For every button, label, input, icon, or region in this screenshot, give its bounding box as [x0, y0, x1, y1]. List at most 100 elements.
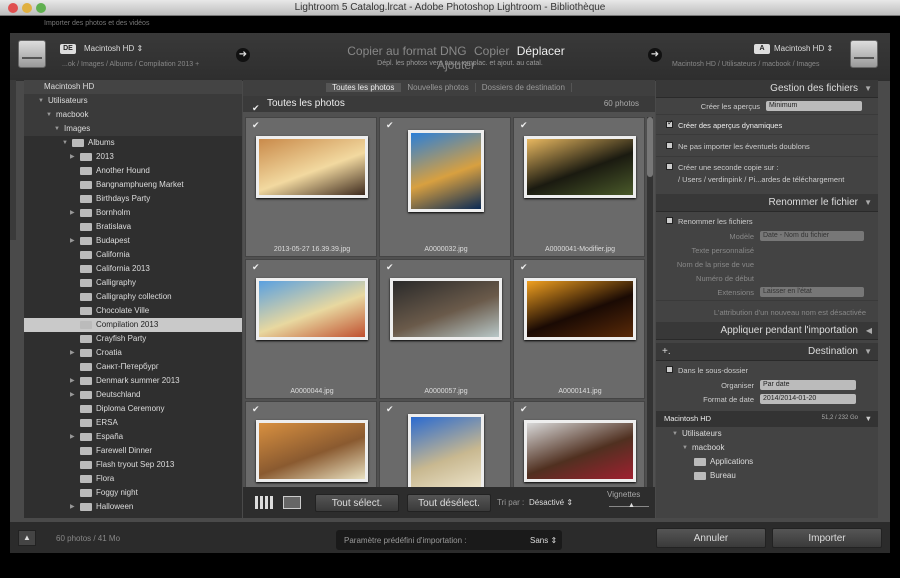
- tree-item[interactable]: Birthdays Party: [24, 192, 242, 206]
- photo-thumbnail[interactable]: [524, 278, 636, 340]
- dest-tree-item[interactable]: Applications: [656, 455, 878, 469]
- tree-item[interactable]: Chocolate Ville: [24, 304, 242, 318]
- tree-item[interactable]: Calligraphy: [24, 276, 242, 290]
- photo-thumbnail[interactable]: [408, 414, 484, 487]
- triangle-right-icon[interactable]: ▶: [70, 234, 75, 248]
- dest-disk-row[interactable]: Macintosh HD 51,2 / 232 Go ▼: [656, 411, 878, 427]
- import-preset[interactable]: Paramètre prédéfini d'importation : Sans…: [336, 530, 562, 550]
- grid-scrollbar[interactable]: [647, 117, 653, 487]
- organize-select[interactable]: Par date: [760, 380, 856, 390]
- tree-item[interactable]: Flora: [24, 472, 242, 486]
- photo-cell[interactable]: ✔: [245, 401, 377, 487]
- photo-thumbnail[interactable]: [408, 130, 484, 212]
- close-window-icon[interactable]: [8, 3, 18, 13]
- triangle-right-icon[interactable]: ▶: [70, 500, 75, 514]
- mode-copy[interactable]: Copier: [474, 44, 509, 58]
- tree-item[interactable]: California: [24, 248, 242, 262]
- tree-item[interactable]: ERSA: [24, 416, 242, 430]
- rename-checkbox[interactable]: [666, 217, 673, 224]
- tree-item[interactable]: Diploma Ceremony: [24, 402, 242, 416]
- slider-thumb-icon[interactable]: ▲: [628, 502, 635, 509]
- tree-item[interactable]: ▼ Images: [24, 122, 242, 136]
- cancel-button[interactable]: Annuler: [656, 528, 766, 548]
- tree-item[interactable]: ▶ Croatia: [24, 346, 242, 360]
- dest-tree-item[interactable]: Bureau: [656, 469, 878, 483]
- photo-cell[interactable]: ✔ A0000141.jpg: [513, 259, 645, 399]
- apply-header[interactable]: Appliquer pendant l'importation ◀: [656, 322, 878, 340]
- dest-tree-item[interactable]: ▼ macbook: [656, 441, 878, 455]
- triangle-right-icon[interactable]: ▶: [70, 206, 75, 220]
- destination-header[interactable]: +. Destination ▼: [656, 343, 878, 361]
- dest-name[interactable]: Macintosh HD ⇕: [774, 44, 833, 53]
- date-format-select[interactable]: 2014/2014-01-20: [760, 394, 856, 404]
- triangle-right-icon[interactable]: ▶: [70, 374, 75, 388]
- import-button[interactable]: Importer: [772, 528, 882, 548]
- photo-cell[interactable]: ✔ A0000044.jpg: [245, 259, 377, 399]
- tab-destination-folders[interactable]: Dossiers de destination: [476, 83, 572, 92]
- model-select[interactable]: Date - Nom du fichier: [760, 231, 864, 241]
- mode-copy-dng[interactable]: Copier au format DNG: [347, 44, 466, 58]
- tab-new-photos[interactable]: Nouvelles photos: [401, 83, 476, 92]
- zoom-window-icon[interactable]: [36, 3, 46, 13]
- tree-item[interactable]: Bratislava: [24, 220, 242, 234]
- photo-checkbox[interactable]: ✔: [386, 120, 394, 131]
- triangle-down-icon[interactable]: ▼: [46, 108, 52, 122]
- tree-item[interactable]: Crayfish Party: [24, 332, 242, 346]
- left-scrollbar[interactable]: [10, 80, 16, 240]
- select-all-button[interactable]: Tout sélect.: [315, 494, 399, 512]
- collapse-icon[interactable]: ▲: [18, 530, 36, 546]
- photo-thumbnail[interactable]: [256, 136, 368, 198]
- triangle-down-icon[interactable]: ▼: [54, 122, 60, 136]
- triangle-down-icon[interactable]: ▼: [682, 441, 688, 455]
- source-disk-icon[interactable]: [18, 40, 46, 68]
- photo-thumbnail[interactable]: [256, 420, 368, 482]
- tree-item[interactable]: Another Hound: [24, 164, 242, 178]
- tree-item[interactable]: ▼ Albums: [24, 136, 242, 150]
- mode-move[interactable]: Déplacer: [517, 44, 565, 58]
- no-duplicates-checkbox[interactable]: [666, 142, 673, 149]
- tree-item[interactable]: ▼ macbook: [24, 108, 242, 122]
- triangle-right-icon[interactable]: ▶: [70, 150, 75, 164]
- tree-item[interactable]: Flash tryout Sep 2013: [24, 458, 242, 472]
- grid-view-icon[interactable]: [255, 496, 273, 509]
- triangle-right-icon[interactable]: ▶: [70, 430, 75, 444]
- photo-checkbox[interactable]: ✔: [252, 404, 260, 415]
- photo-thumbnail[interactable]: [256, 278, 368, 340]
- tree-item[interactable]: Bangnamphueng Market: [24, 178, 242, 192]
- tab-all-photos[interactable]: Toutes les photos: [326, 83, 402, 92]
- deselect-all-button[interactable]: Tout désélect.: [407, 494, 491, 512]
- photo-checkbox[interactable]: ✔: [252, 120, 260, 131]
- photo-cell[interactable]: ✔ A0000057.jpg: [379, 259, 511, 399]
- photo-cell[interactable]: ✔: [379, 401, 511, 487]
- loupe-view-icon[interactable]: [283, 496, 301, 509]
- minimize-window-icon[interactable]: [22, 3, 32, 13]
- tree-item[interactable]: Calligraphy collection: [24, 290, 242, 304]
- tree-item[interactable]: ▶ Budapest: [24, 234, 242, 248]
- tree-item[interactable]: Farewell Dinner: [24, 444, 242, 458]
- photo-checkbox[interactable]: ✔: [252, 262, 260, 273]
- photo-checkbox[interactable]: ✔: [386, 262, 394, 273]
- triangle-down-icon[interactable]: ▼: [672, 427, 678, 441]
- extensions-select[interactable]: Laisser en l'état: [760, 287, 864, 297]
- dest-tree-item[interactable]: ▼ Utilisateurs: [656, 427, 878, 441]
- tree-item[interactable]: ▶ Halloween: [24, 500, 242, 514]
- tree-item[interactable]: Санкт-Петербург: [24, 360, 242, 374]
- rename-header[interactable]: Renommer le fichier ▼: [656, 194, 878, 212]
- add-icon[interactable]: +.: [662, 343, 671, 361]
- tree-item[interactable]: ▶ Denmark summer 2013: [24, 374, 242, 388]
- photo-cell[interactable]: ✔ 2013-05-27 16.39.39.jpg: [245, 117, 377, 257]
- photo-cell[interactable]: ✔ A0000041-Modifier.jpg: [513, 117, 645, 257]
- source-tree-header[interactable]: Macintosh HD: [24, 80, 242, 94]
- tree-item[interactable]: California 2013: [24, 262, 242, 276]
- tree-item[interactable]: Foggy night: [24, 486, 242, 500]
- source-name[interactable]: Macintosh HD ⇕: [84, 44, 143, 53]
- tree-item[interactable]: ▶ España: [24, 430, 242, 444]
- photo-checkbox[interactable]: ✔: [386, 404, 394, 415]
- triangle-right-icon[interactable]: ▶: [70, 346, 75, 360]
- tree-item[interactable]: ▶ Deutschland: [24, 388, 242, 402]
- photo-thumbnail[interactable]: [390, 278, 502, 340]
- dest-disk-icon[interactable]: [850, 40, 878, 68]
- photo-cell[interactable]: ✔: [513, 401, 645, 487]
- sort-select[interactable]: Désactivé ⇕: [529, 498, 573, 507]
- photo-checkbox[interactable]: ✔: [520, 120, 528, 131]
